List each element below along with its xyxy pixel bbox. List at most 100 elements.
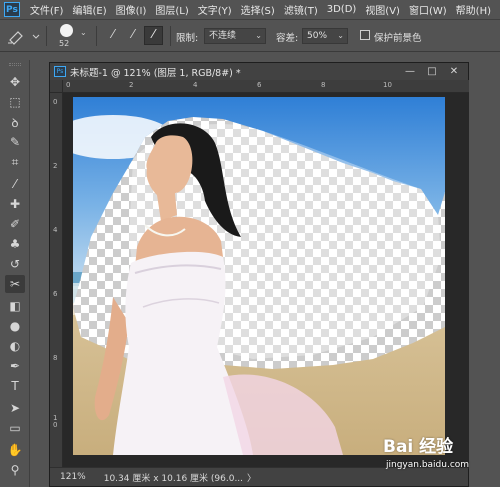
lasso-tool-button[interactable]: ꝺ (5, 113, 25, 131)
menu-view[interactable]: 视图(V) (365, 2, 400, 17)
ruler-tick-label: 8 (53, 354, 58, 362)
blur-tool-icon: ● (9, 319, 21, 333)
rectangle-tool-button[interactable]: ▭ (5, 419, 25, 437)
sampling-once-button[interactable]: ⁄ (124, 27, 142, 45)
path-select-tool-icon: ➤ (9, 401, 21, 415)
dodge-tool-button[interactable]: ◐ (5, 337, 25, 355)
ruler-tick-label: 10 (383, 81, 392, 89)
eyedropper-once-icon: ⁄ (131, 27, 134, 41)
image-canvas[interactable] (73, 97, 445, 455)
ruler-tick-label: 6 (53, 290, 58, 298)
protect-foreground-label: 保护前景色 (374, 33, 422, 44)
move-tool-button[interactable]: ✥ (5, 73, 25, 91)
minimize-button[interactable]: — (402, 64, 418, 78)
chevron-down-icon: ⌄ (80, 28, 87, 37)
menu-window[interactable]: 窗口(W) (409, 2, 447, 17)
type-tool-button[interactable]: T (5, 377, 25, 395)
rectangle-tool-icon: ▭ (9, 421, 21, 435)
zoom-tool-button[interactable]: ⚲ (5, 461, 25, 479)
ruler-tick-label: 0 (66, 81, 71, 89)
lasso-tool-icon: ꝺ (11, 115, 19, 130)
chevron-down-icon: ⌄ (337, 31, 344, 40)
vertical-ruler[interactable]: 0 2 4 6 8 1 0 (50, 93, 63, 469)
crop-tool-button[interactable]: ⌗ (5, 153, 25, 171)
photoshop-logo-icon: Ps (4, 2, 20, 17)
background-eraser-tool-icon: ✂ (9, 277, 21, 291)
pen-tool-button[interactable]: ✒ (5, 357, 25, 375)
tools-panel: ✥ ⬚ ꝺ ✎ ⌗ ⁄ ✚ ✐ ♣ ↺ ✂ ◧ ● ◐ ✒ T ➤ ▭ ✋ ⚲ (0, 60, 30, 487)
zoom-level[interactable]: 121% (60, 472, 86, 482)
status-menu-arrow-icon[interactable]: 〉 (247, 471, 256, 484)
eyedropper-icon: ⁄ (111, 27, 114, 41)
tool-preset-picker[interactable] (6, 26, 40, 46)
ruler-tick-label: 6 (257, 81, 262, 89)
tolerance-label: 容差: (276, 33, 299, 44)
maximize-button[interactable]: □ (424, 64, 440, 78)
tolerance-value: 50% (307, 31, 328, 41)
marquee-tool-button[interactable]: ⬚ (5, 93, 25, 111)
menu-select[interactable]: 选择(S) (241, 2, 275, 17)
document-title: 未标题-1 @ 121% (图层 1, RGB/8#) * (70, 67, 241, 79)
limits-label: 限制: (176, 33, 199, 44)
menu-file[interactable]: 文件(F) (30, 2, 64, 17)
menu-3d[interactable]: 3D(D) (327, 4, 357, 15)
brush-tool-button[interactable]: ✐ (5, 215, 25, 233)
healing-brush-tool-button[interactable]: ✚ (5, 195, 25, 213)
close-icon: ✕ (449, 65, 459, 77)
minimize-icon: — (405, 65, 415, 77)
limits-select[interactable]: 不连续 ⌄ (204, 28, 266, 44)
clone-stamp-tool-button[interactable]: ♣ (5, 235, 25, 253)
ruler-tick-label: 2 (53, 162, 58, 170)
brush-size-picker[interactable]: 52 ⌄ (54, 22, 88, 50)
chevron-down-icon: ⌄ (255, 31, 262, 40)
ruler-tick-label: 8 (321, 81, 326, 89)
zoom-tool-icon: ⚲ (10, 463, 20, 477)
menu-edit[interactable]: 编辑(E) (72, 2, 106, 17)
ruler-tick-label: 4 (193, 81, 198, 89)
close-button[interactable]: ✕ (446, 64, 462, 78)
menu-filter[interactable]: 滤镜(T) (284, 2, 318, 17)
eyedropper-tool-button[interactable]: ⁄ (5, 175, 25, 193)
gradient-tool-icon: ◧ (9, 299, 21, 313)
separator (46, 26, 47, 46)
edited-photo (73, 97, 445, 455)
separator (96, 26, 97, 46)
brush-tool-icon: ✐ (9, 217, 21, 231)
horizontal-ruler[interactable]: 0 2 4 6 8 10 (63, 80, 469, 93)
history-brush-tool-button[interactable]: ↺ (5, 255, 25, 273)
path-select-tool-button[interactable]: ➤ (5, 399, 25, 417)
sampling-background-swatch-button[interactable]: ⁄ (144, 26, 163, 45)
panel-grip[interactable] (9, 63, 21, 66)
blur-tool-button[interactable]: ● (5, 317, 25, 335)
menu-help[interactable]: 帮助(H) (456, 2, 491, 17)
menu-layer[interactable]: 图层(L) (155, 2, 188, 17)
baidu-watermark-logo: Bai 经验 (383, 437, 454, 457)
document-info: 10.34 厘米 x 10.16 厘米 (96.0... (103, 473, 244, 484)
menu-image[interactable]: 图像(I) (116, 2, 147, 17)
eyedropper-tool-icon: ⁄ (13, 177, 16, 191)
ruler-tick-label: 4 (53, 226, 58, 234)
ruler-origin[interactable] (50, 80, 63, 93)
dodge-tool-icon: ◐ (9, 339, 21, 353)
background-eraser-tool-button[interactable]: ✂ (5, 275, 25, 293)
clone-stamp-tool-icon: ♣ (9, 237, 21, 251)
healing-brush-tool-icon: ✚ (9, 197, 21, 211)
background-eraser-preset-icon (8, 31, 40, 45)
hand-tool-button[interactable]: ✋ (5, 441, 25, 459)
ruler-tick-label: 1 0 (53, 414, 58, 429)
pen-tool-icon: ✒ (9, 359, 21, 373)
canvas-area[interactable] (63, 93, 469, 469)
brush-tip-icon (60, 24, 73, 37)
protect-foreground-checkbox[interactable] (360, 30, 370, 40)
document-tab[interactable]: Ps 未标题-1 @ 121% (图层 1, RGB/8#) * — □ ✕ (50, 63, 468, 80)
menu-type[interactable]: 文字(Y) (198, 2, 232, 17)
ruler-tick-label: 0 (53, 98, 58, 106)
move-tool-icon: ✥ (9, 75, 21, 89)
ruler-tick-label: 2 (129, 81, 134, 89)
sampling-continuous-button[interactable]: ⁄ (104, 27, 122, 45)
options-bar: 52 ⌄ ⁄ ⁄ ⁄ 限制: 不连续 ⌄ 容差: 50% ⌄ 保护前景色 (0, 19, 500, 52)
gradient-tool-button[interactable]: ◧ (5, 297, 25, 315)
quick-select-tool-button[interactable]: ✎ (5, 133, 25, 151)
tolerance-input[interactable]: 50% ⌄ (302, 28, 348, 44)
history-brush-tool-icon: ↺ (9, 257, 21, 271)
